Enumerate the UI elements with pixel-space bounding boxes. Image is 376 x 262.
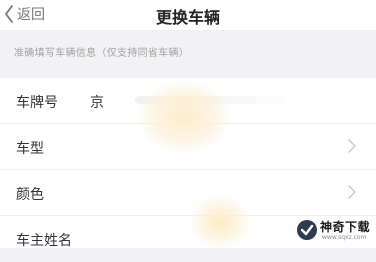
- nav-bar: 返回 更换车辆: [0, 0, 376, 31]
- site-watermark: 神奇下载 www.sqxz.com: [294, 216, 372, 246]
- page-title: 更换车辆: [155, 8, 220, 27]
- watermark-url: www.sqxz.com: [322, 234, 367, 241]
- plate-number-row[interactable]: 车牌号 京: [0, 78, 376, 124]
- owner-name-label: 车主姓名: [16, 233, 72, 249]
- watermark-logo-icon: [297, 220, 317, 240]
- vehicle-color-row[interactable]: 颜色: [0, 170, 376, 216]
- vehicle-model-row[interactable]: 车型: [0, 124, 376, 170]
- watermark-name: 神奇下载: [320, 220, 371, 234]
- vehicle-model-label: 车型: [16, 141, 44, 157]
- chevron-right-icon: [348, 139, 356, 153]
- plate-province-selector[interactable]: 京: [90, 92, 104, 112]
- plate-number-label: 车牌号: [16, 95, 58, 111]
- chevron-right-icon: [348, 185, 356, 199]
- vehicle-color-label: 颜色: [16, 187, 44, 203]
- form-hint: 准确填写车辆信息（仅支持同省车辆）: [14, 48, 190, 59]
